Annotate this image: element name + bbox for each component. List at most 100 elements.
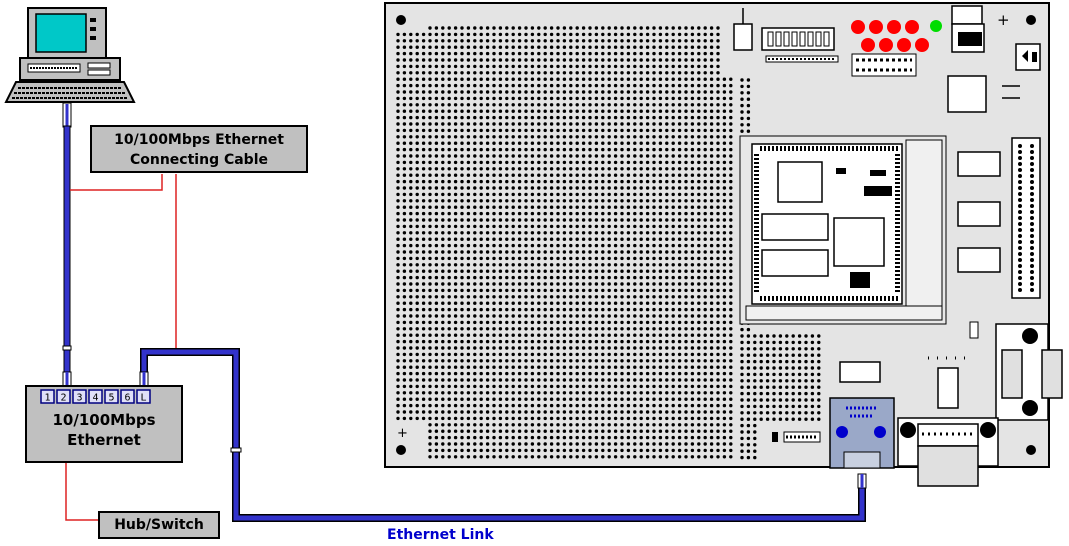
board-hole — [581, 371, 586, 376]
board-hole — [511, 83, 515, 88]
board-hole — [594, 333, 599, 337]
board-hole — [562, 384, 567, 389]
board-hole — [556, 199, 560, 203]
board-hole — [729, 224, 733, 229]
board-hole — [729, 314, 733, 318]
module-pin — [816, 296, 818, 301]
board-hole — [690, 423, 695, 427]
board-hole — [466, 320, 471, 325]
board-hole — [677, 295, 682, 299]
board-hole — [671, 352, 675, 357]
board-hole — [697, 378, 701, 382]
board-hole — [466, 269, 471, 273]
board-hole — [690, 288, 695, 293]
board-hole — [524, 250, 528, 254]
board-hole — [753, 340, 757, 345]
board-hole — [613, 179, 618, 184]
board-hole — [428, 90, 432, 94]
board-hole — [594, 442, 599, 446]
board-hole — [607, 192, 611, 197]
module-pin — [888, 296, 890, 301]
board-hole — [588, 250, 592, 254]
board-hole — [396, 205, 400, 209]
board-hole — [396, 103, 400, 107]
board-hole — [716, 199, 720, 203]
board-hole — [709, 410, 714, 414]
board-hole — [601, 371, 605, 376]
board-hole — [810, 340, 815, 345]
board-hole — [645, 429, 650, 433]
board-hole — [498, 403, 503, 408]
board-hole — [817, 417, 821, 421]
board-hole — [703, 218, 707, 222]
board-hole — [549, 307, 554, 312]
board-hole — [492, 391, 496, 395]
board-hole — [511, 122, 515, 126]
board-hole — [639, 295, 643, 299]
board-hole — [716, 263, 720, 267]
module-pin — [892, 146, 894, 151]
board-hole — [658, 269, 663, 273]
board-hole — [753, 430, 757, 434]
board-hole — [517, 51, 522, 56]
board-hole — [722, 269, 727, 273]
board-hole — [716, 243, 720, 248]
board-hole — [633, 397, 637, 401]
board-hole — [460, 58, 464, 62]
board-hole — [697, 250, 701, 254]
board-hole — [716, 64, 720, 69]
board-hole — [665, 103, 669, 107]
module-pin — [754, 278, 759, 280]
board-hole — [428, 269, 432, 273]
board-hole — [613, 186, 618, 190]
board-hole — [722, 365, 727, 369]
board-hole — [517, 218, 522, 222]
board-hole — [588, 179, 592, 184]
board-hole — [498, 391, 503, 395]
board-hole — [473, 263, 477, 267]
board-hole — [665, 429, 669, 433]
board-hole — [613, 237, 618, 241]
board-hole — [562, 416, 567, 421]
board-hole — [639, 71, 643, 75]
board-hole — [415, 346, 419, 350]
board-hole — [511, 109, 515, 113]
board-hole — [594, 45, 599, 49]
board-hole — [569, 346, 573, 350]
board-hole — [684, 96, 688, 101]
board-hole — [492, 26, 496, 30]
board-hole — [466, 295, 471, 299]
board-hole — [746, 398, 751, 402]
board-hole — [746, 129, 751, 133]
board-hole — [703, 269, 707, 273]
board-hole — [485, 301, 490, 305]
board-hole — [492, 186, 496, 190]
board-hole — [409, 211, 413, 216]
board-hole — [517, 160, 522, 165]
hub-port-number: L — [140, 393, 146, 404]
board-hole — [562, 90, 567, 94]
board-hole — [665, 282, 669, 286]
board-hole — [537, 211, 541, 216]
board-hole — [396, 224, 400, 229]
board-hole — [530, 71, 535, 75]
board-hole — [530, 128, 535, 133]
board-hole — [415, 403, 419, 408]
board-hole — [613, 205, 618, 209]
board-hole — [697, 224, 701, 229]
board-hole — [428, 167, 432, 171]
board-hole — [492, 179, 496, 184]
board-hole — [620, 160, 624, 165]
board-hole — [804, 411, 808, 415]
board-hole — [665, 58, 669, 62]
board-hole — [607, 384, 611, 389]
board-hole — [396, 263, 400, 267]
board-hole — [569, 109, 573, 113]
board-hole — [479, 32, 483, 37]
board-hole — [447, 179, 451, 184]
board-hole — [453, 301, 458, 305]
board-hole — [473, 58, 477, 62]
board-hole — [556, 243, 560, 248]
board-hole — [697, 423, 701, 427]
board-hole — [633, 269, 637, 273]
